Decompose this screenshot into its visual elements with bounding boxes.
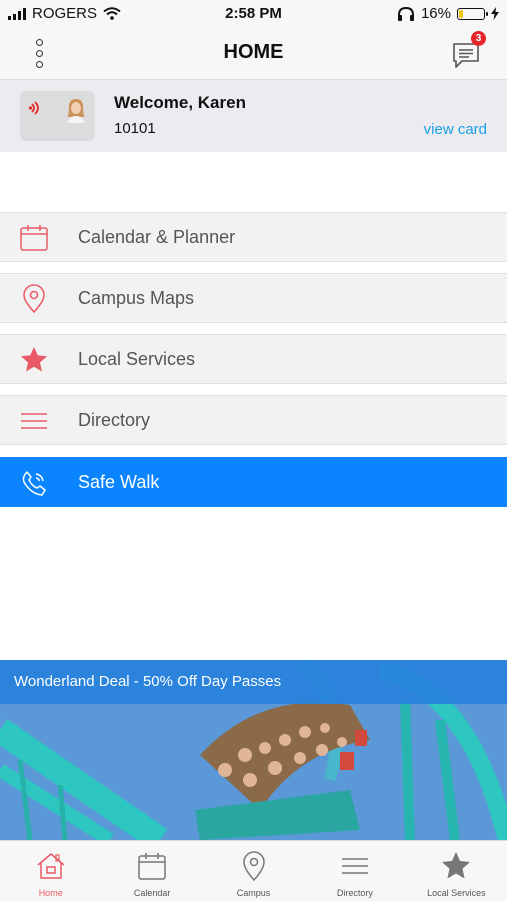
tab-label: Directory [336, 888, 373, 898]
top-nav-bar: HOME 3 [0, 28, 507, 80]
tab-home[interactable]: Home [0, 841, 101, 901]
menu-item-label: Safe Walk [78, 472, 160, 492]
calendar-icon [20, 225, 48, 251]
list-icon [21, 413, 47, 429]
menu-item-local-services[interactable]: Local Services [0, 334, 507, 384]
tab-label: Campus [236, 888, 271, 898]
tab-local-services[interactable]: Local Services [406, 841, 507, 901]
phone-icon [22, 471, 46, 496]
student-id-card[interactable] [21, 91, 94, 139]
tab-calendar[interactable]: Calendar [101, 841, 202, 901]
page-title: HOME [223, 41, 284, 63]
list-icon [341, 858, 368, 874]
map-pin-icon [23, 284, 45, 314]
status-right: 16% [397, 5, 499, 22]
nfc-icon [28, 101, 39, 115]
menu-item-calendar-planner[interactable]: Calendar & Planner [0, 212, 507, 262]
tab-label: Calendar [133, 888, 171, 898]
menu-item-label: Directory [78, 410, 151, 430]
tab-campus[interactable]: Campus [203, 841, 304, 901]
messages-button[interactable]: 3 [451, 31, 486, 70]
headphones-icon [397, 6, 414, 21]
map-pin-icon [242, 851, 265, 882]
status-bar: ROGERS 2:58 PM 16% [0, 0, 507, 28]
battery-icon [457, 7, 488, 20]
student-id-number: 10101 [114, 120, 156, 137]
tab-directory[interactable]: Directory [304, 841, 405, 901]
menu-item-safe-walk[interactable]: Safe Walk [0, 457, 507, 507]
view-card-link[interactable]: view card [424, 121, 487, 138]
messages-badge: 3 [471, 31, 486, 46]
charging-icon [491, 7, 499, 20]
menu-item-label: Campus Maps [78, 288, 195, 308]
promo-title: Wonderland Deal - 50% Off Day Passes [0, 660, 507, 704]
battery-percent: 16% [420, 5, 451, 22]
bottom-tab-bar: Home Calendar Campus Directory Local Ser… [0, 840, 507, 901]
star-icon [442, 852, 471, 879]
tab-label: Home [38, 888, 63, 898]
promo-banner[interactable]: Wonderland Deal - 50% Off Day Passes [0, 660, 507, 840]
menu-item-label: Calendar & Planner [78, 227, 236, 247]
star-icon [21, 347, 47, 372]
welcome-panel: Welcome, Karen 10101 view card [0, 80, 507, 152]
menu-item-campus-maps[interactable]: Campus Maps [0, 273, 507, 323]
tab-label: Local Services [427, 888, 486, 898]
home-icon [37, 853, 65, 879]
welcome-greeting: Welcome, Karen [114, 93, 246, 112]
profile-photo [68, 99, 84, 123]
menu-item-label: Local Services [78, 349, 196, 369]
menu-item-directory[interactable]: Directory [0, 395, 507, 445]
calendar-icon [138, 853, 166, 880]
